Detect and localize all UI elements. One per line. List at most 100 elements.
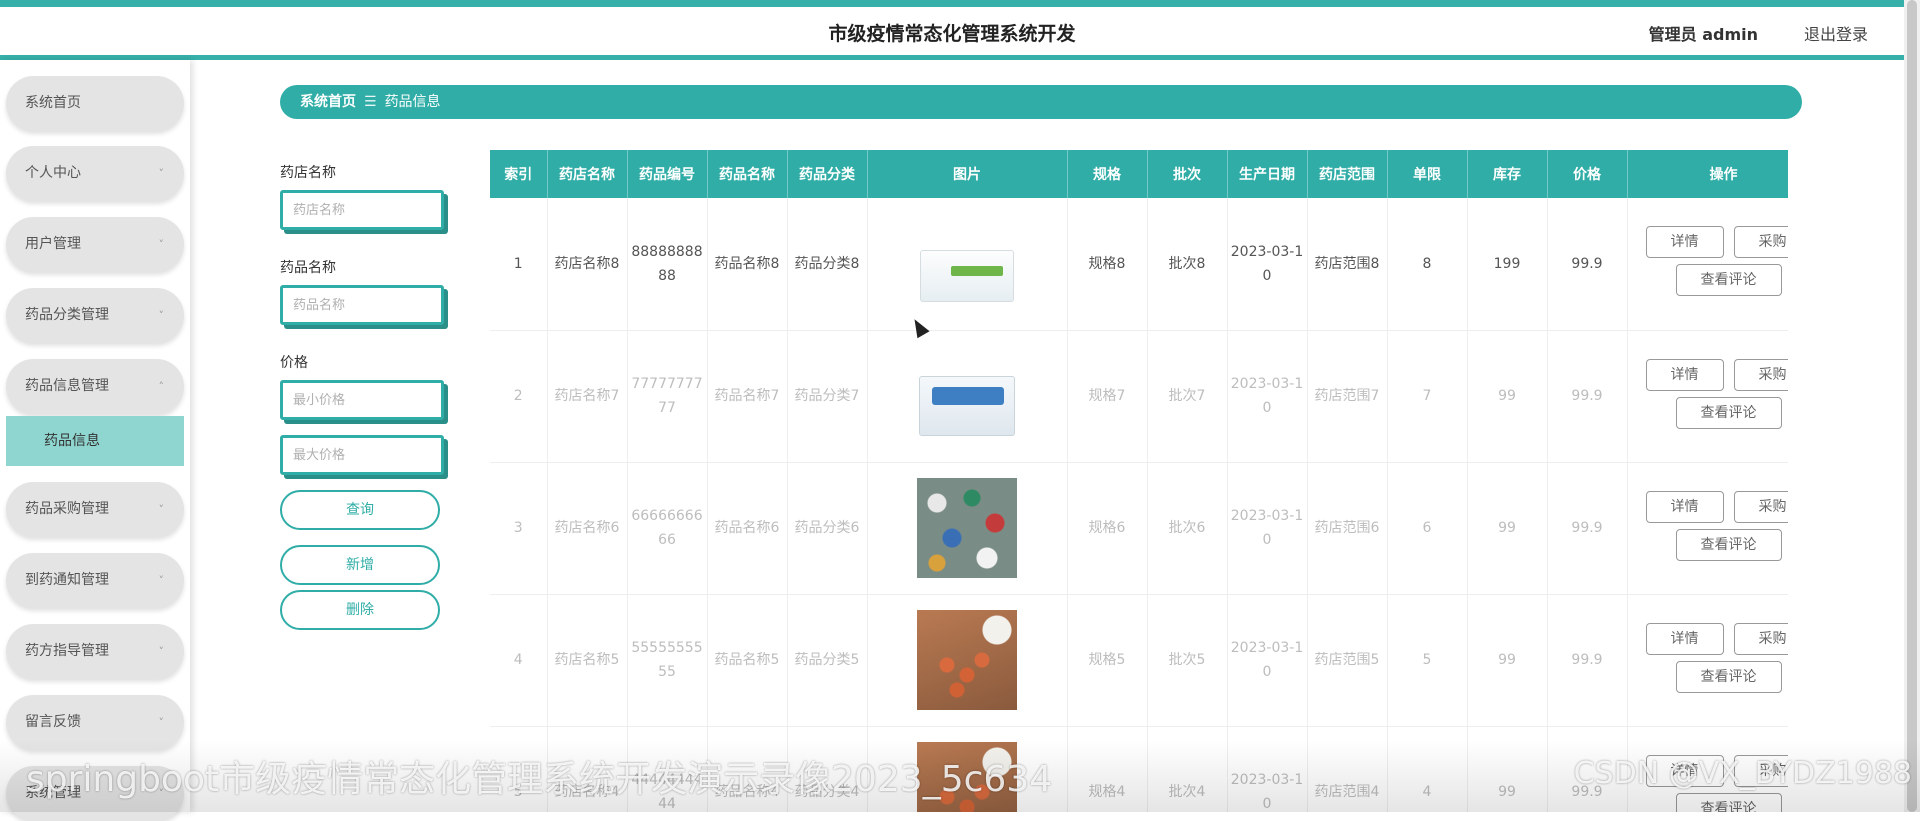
logout-link[interactable]: 退出登录 [1804, 21, 1868, 45]
detail-button[interactable]: 详情 [1645, 490, 1724, 523]
drug-name-input[interactable] [280, 285, 444, 325]
sidebar-item-label: 个人中心 [25, 165, 81, 181]
top-header: 市级疫情常态化管理系统开发 管理员 admin 退出登录 [0, 0, 1904, 60]
cell-date: 2023-03-10 [1227, 198, 1308, 331]
scrollbar-thumb[interactable] [1907, 0, 1917, 812]
cell-price: 99.9 [1547, 198, 1628, 331]
table-row: 1 药店名称8 8888888888 药品名称8 药品分类8 规格8 批次8 2… [490, 198, 1788, 331]
sidebar-item-drug-category[interactable]: 药品分类管理 ˅ [6, 288, 184, 343]
cell-index: 1 [490, 198, 548, 331]
purchase-button[interactable]: 采购 [1733, 622, 1788, 655]
cell-batch: 批次6 [1147, 462, 1228, 595]
cell-index: 2 [490, 330, 548, 463]
purchase-button[interactable]: 采购 [1733, 358, 1788, 391]
pills-photo [917, 478, 1017, 578]
cell-store: 药店名称8 [547, 198, 628, 331]
cell-ops: 详情 采购 查看评论 [1627, 198, 1788, 331]
medicine-box-image [920, 249, 1014, 302]
view-reviews-button[interactable]: 查看评论 [1675, 528, 1782, 561]
cell-spec: 规格8 [1067, 198, 1148, 331]
cell-stock: 99 [1467, 594, 1548, 727]
view-reviews-button[interactable]: 查看评论 [1675, 792, 1782, 812]
view-reviews-button[interactable]: 查看评论 [1675, 396, 1782, 429]
cell-stock: 99 [1467, 462, 1548, 595]
max-price-input[interactable] [280, 435, 444, 475]
query-button[interactable]: 查询 [280, 490, 440, 530]
column-header[interactable]: 价格 [1547, 150, 1628, 198]
detail-button[interactable]: 详情 [1645, 754, 1724, 787]
drug-name-label: 药品名称 [280, 260, 336, 276]
column-header[interactable]: 药品分类 [787, 150, 868, 198]
column-header[interactable]: 药品编号 [627, 150, 708, 198]
column-header[interactable]: 药店范围 [1307, 150, 1388, 198]
cell-limit: 4 [1387, 726, 1468, 812]
column-header[interactable]: 批次 [1147, 150, 1228, 198]
sidebar-item-user-management[interactable]: 用户管理 ˅ [6, 217, 184, 272]
cell-ops: 详情 采购 查看评论 [1627, 726, 1788, 812]
sidebar-item-drug-purchase[interactable]: 药品采购管理 ˅ [6, 482, 184, 537]
sidebar-item-home[interactable]: 系统首页 [6, 76, 184, 131]
cell-ops: 详情 采购 查看评论 [1627, 462, 1788, 595]
cell-price: 99.9 [1547, 726, 1628, 812]
add-button[interactable]: 新增 [280, 545, 440, 585]
sidebar-item-prescription-guide[interactable]: 药方指导管理 ˅ [6, 624, 184, 679]
cell-batch: 批次5 [1147, 594, 1228, 727]
table-header-row: 索引 药店名称 药品编号 药品名称 药品分类 图片 规格 批次 生产日期 药店范… [490, 150, 1788, 198]
store-name-label: 药店名称 [280, 165, 336, 181]
sidebar-item-arrival-notice[interactable]: 到药通知管理 ˅ [6, 553, 184, 608]
column-header[interactable]: 图片 [867, 150, 1068, 198]
purchase-button[interactable]: 采购 [1733, 226, 1788, 258]
breadcrumb-home-link[interactable]: 系统首页 [300, 94, 356, 110]
sidebar-subitem-drug-info[interactable]: 药品信息 [6, 416, 184, 466]
min-price-input[interactable] [280, 380, 444, 420]
column-header[interactable]: 药品名称 [707, 150, 788, 198]
sidebar-item-drug-info-management[interactable]: 药品信息管理 ˄ [6, 359, 184, 414]
cell-date: 2023-03-10 [1227, 462, 1308, 595]
column-header[interactable]: 索引 [490, 150, 548, 198]
view-reviews-button[interactable]: 查看评论 [1675, 660, 1782, 693]
chevron-down-icon: ˅ [158, 503, 165, 516]
cell-ops: 详情 采购 查看评论 [1627, 594, 1788, 727]
view-reviews-button[interactable]: 查看评论 [1675, 264, 1782, 296]
purchase-button[interactable]: 采购 [1733, 490, 1788, 523]
cell-category: 药品分类6 [787, 462, 868, 595]
column-header[interactable]: 药店名称 [547, 150, 628, 198]
cell-range: 药店范围8 [1307, 198, 1388, 331]
sidebar-item-system-management[interactable]: 系统管理 ˅ [6, 766, 184, 821]
store-name-input[interactable] [280, 190, 444, 230]
cell-price: 99.9 [1547, 462, 1628, 595]
sidebar-item-label: 药方指导管理 [25, 643, 109, 659]
app-title: 市级疫情常态化管理系统开发 [828, 23, 1076, 45]
column-header[interactable]: 规格 [1067, 150, 1148, 198]
purchase-button[interactable]: 采购 [1733, 754, 1788, 787]
cell-code: 7777777777 [627, 330, 708, 463]
cell-limit: 6 [1387, 462, 1468, 595]
cell-index: 4 [490, 594, 548, 727]
chevron-down-icon: ˅ [158, 309, 165, 322]
breadcrumb-current: 药品信息 [384, 94, 441, 110]
sidebar-item-feedback[interactable]: 留言反馈 ˅ [6, 695, 184, 750]
table-row: 3 药店名称6 6666666666 药品名称6 药品分类6 规格6 批次6 2… [490, 462, 1788, 595]
drug-table: 索引 药店名称 药品编号 药品名称 药品分类 图片 规格 批次 生产日期 药店范… [490, 150, 1788, 812]
sidebar-item-personal-center[interactable]: 个人中心 ˅ [6, 146, 184, 201]
current-user: 管理员 admin [1648, 25, 1758, 44]
detail-button[interactable]: 详情 [1645, 226, 1724, 258]
tablets-photo [917, 610, 1017, 710]
cell-spec: 规格5 [1067, 594, 1148, 727]
page-scrollbar[interactable] [1904, 0, 1920, 812]
cell-price: 99.9 [1547, 330, 1628, 463]
cell-spec: 规格4 [1067, 726, 1148, 812]
cell-batch: 批次8 [1147, 198, 1228, 331]
cell-ops: 详情 采购 查看评论 [1627, 330, 1788, 463]
column-header[interactable]: 库存 [1467, 150, 1548, 198]
cell-code: 5555555555 [627, 594, 708, 727]
column-header[interactable]: 生产日期 [1227, 150, 1308, 198]
delete-button[interactable]: 删除 [280, 590, 440, 630]
detail-button[interactable]: 详情 [1645, 622, 1724, 655]
menu-icon: ☰ [364, 94, 377, 110]
sidebar-item-label: 药品采购管理 [25, 501, 109, 517]
medicine-box-image [919, 376, 1015, 436]
cell-limit: 7 [1387, 330, 1468, 463]
detail-button[interactable]: 详情 [1645, 358, 1724, 391]
column-header[interactable]: 单限 [1387, 150, 1468, 198]
